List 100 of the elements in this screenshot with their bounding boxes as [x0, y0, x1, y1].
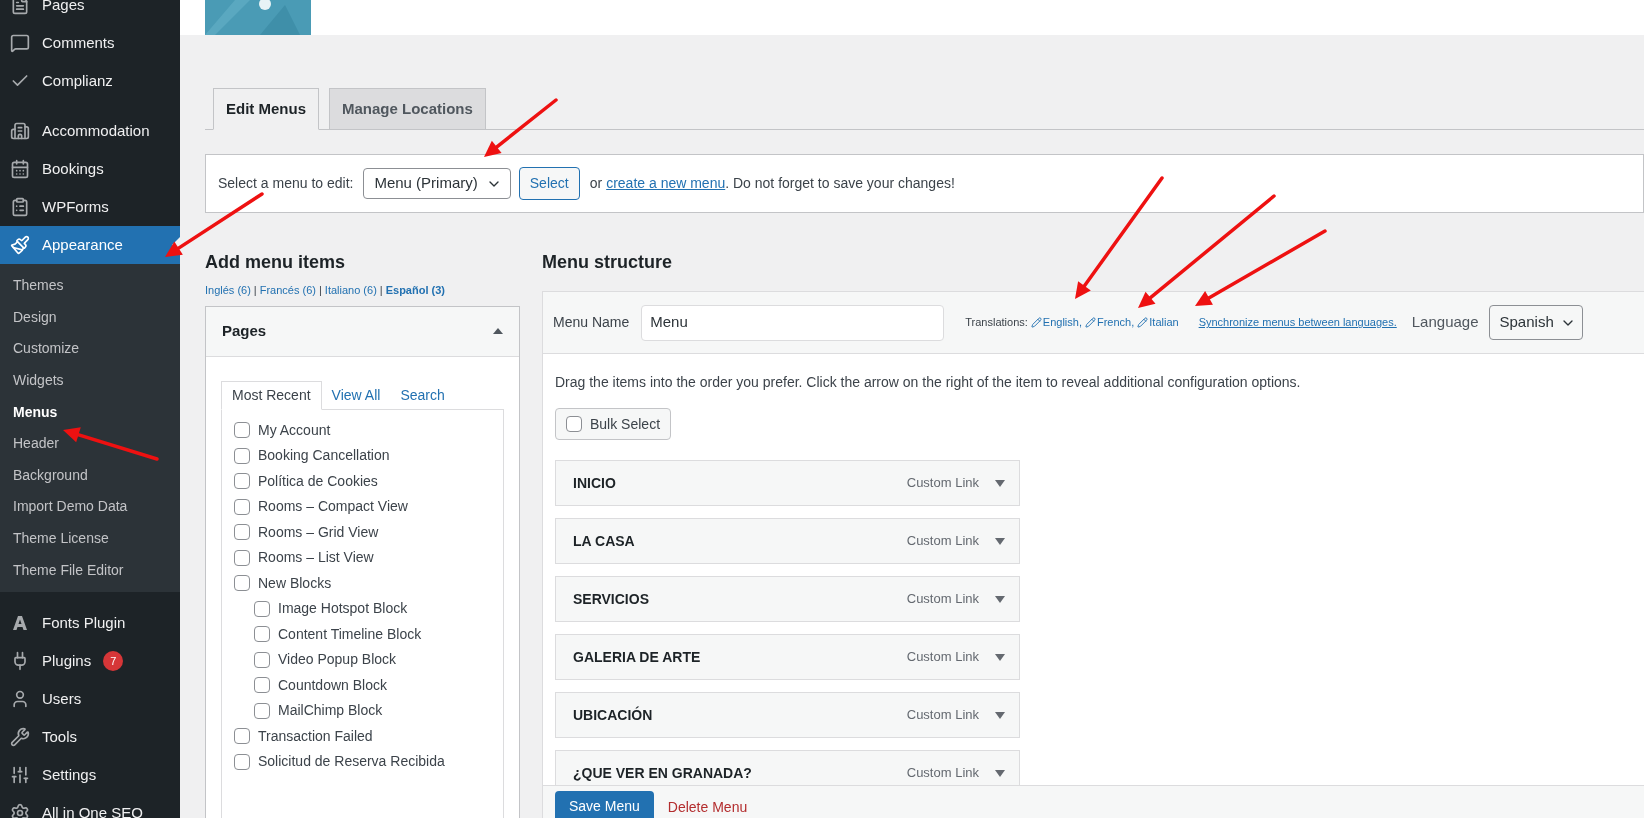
page-label: Rooms – List View — [258, 548, 374, 568]
pencil-icon — [1084, 317, 1096, 328]
submenu-item[interactable]: Menus — [0, 396, 180, 428]
expand-arrow-icon[interactable] — [995, 479, 1005, 487]
checkbox[interactable] — [254, 677, 270, 694]
checkbox[interactable] — [234, 422, 250, 439]
select-button[interactable]: Select — [518, 167, 580, 200]
checkbox[interactable] — [234, 753, 250, 770]
language-link[interactable]: Francés (6) — [259, 282, 316, 299]
checkbox[interactable] — [254, 626, 270, 643]
menu-item-title: LA CASA — [573, 531, 635, 551]
page-label: Countdown Block — [278, 675, 387, 695]
item-type-label: Custom Link — [906, 590, 979, 609]
checkbox[interactable] — [234, 549, 250, 566]
menu-item-bar[interactable]: LA CASA Custom Link — [555, 518, 1020, 564]
or-text: or — [589, 174, 603, 193]
sidebar-item[interactable]: Fonts Plugin — [0, 603, 180, 642]
checkbox[interactable] — [234, 524, 250, 541]
translation-link[interactable]: Italian — [1137, 314, 1179, 331]
page-label: Rooms – Grid View — [258, 522, 379, 542]
menu-item-bar[interactable]: SERVICIOS Custom Link — [555, 576, 1020, 622]
checkbox[interactable] — [254, 702, 270, 719]
menu-item-bar[interactable]: INICIO Custom Link — [555, 460, 1020, 506]
panel-tab[interactable]: View All — [321, 380, 391, 410]
submenu-item[interactable]: Theme File Editor — [0, 554, 180, 586]
save-reminder-text: . Do not forget to save your changes! — [725, 175, 955, 191]
page-label: Rooms – Compact View — [258, 497, 408, 517]
checkbox[interactable] — [234, 473, 250, 490]
sidebar-item[interactable]: All in One SEO — [0, 793, 180, 818]
translation-link[interactable]: French, — [1084, 314, 1135, 331]
page-label: Image Hotspot Block — [278, 599, 408, 619]
submenu-item[interactable]: Header — [0, 427, 180, 460]
separator-text: | — [379, 283, 383, 298]
save-menu-button[interactable]: Save Menu — [555, 791, 654, 818]
sync-link[interactable]: Synchronize menus between languages. — [1198, 314, 1397, 331]
submenu-item[interactable]: Import Demo Data — [0, 491, 180, 523]
expand-arrow-icon[interactable] — [995, 595, 1005, 603]
submenu-item[interactable]: Design — [0, 301, 180, 334]
delete-menu-link[interactable]: Delete Menu — [667, 791, 748, 818]
panel-tab[interactable]: Most Recent — [221, 380, 322, 410]
language-link[interactable]: Inglés (6) — [205, 282, 251, 299]
submenu-item[interactable]: Theme License — [0, 522, 180, 555]
pencil-icon — [1030, 317, 1042, 328]
page-label: Content Timeline Block — [278, 624, 422, 644]
nav-tab[interactable]: Edit Menus — [213, 88, 319, 130]
language-dropdown[interactable]: Spanish — [1488, 305, 1583, 340]
building-icon — [10, 121, 30, 141]
section-heading: Menu structure — [542, 251, 674, 274]
sidebar-item[interactable]: Appearance — [0, 226, 180, 264]
panel-header[interactable]: Pages — [206, 306, 519, 357]
submenu-item[interactable]: Themes — [0, 270, 180, 302]
expand-arrow-icon[interactable] — [995, 769, 1005, 777]
sidebar-item[interactable]: Settings — [0, 755, 180, 794]
menu-name-field[interactable]: Menu — [641, 304, 945, 341]
separator-text: | — [318, 283, 322, 298]
translation-link[interactable]: English, — [1030, 314, 1082, 331]
page-label: New Blocks — [258, 573, 332, 593]
gear-icon — [10, 802, 30, 818]
sidebar-item[interactable]: Bookings — [0, 150, 180, 188]
form-icon — [10, 197, 30, 217]
checkbox[interactable] — [234, 447, 250, 464]
menu-item-bar[interactable]: UBICACIÓN Custom Link — [555, 692, 1020, 738]
calendar-icon — [10, 159, 30, 179]
checkbox[interactable] — [566, 416, 582, 432]
sidebar-item[interactable]: Complianz — [0, 62, 180, 100]
select-menu-label: Select a menu to edit: — [218, 174, 354, 193]
menu-dropdown[interactable]: Menu (Primary) — [363, 168, 511, 199]
checkbox[interactable] — [254, 600, 270, 617]
expand-arrow-icon[interactable] — [995, 711, 1005, 719]
submenu-item[interactable]: Background — [0, 459, 180, 492]
submenu-item[interactable]: Widgets — [0, 364, 180, 397]
page-icon — [10, 0, 30, 15]
expand-arrow-icon[interactable] — [995, 653, 1005, 661]
sidebar-item[interactable]: Users — [0, 679, 180, 718]
checkbox[interactable] — [254, 651, 270, 668]
nav-tab[interactable]: Manage Locations — [329, 88, 486, 130]
sidebar-item[interactable]: Plugins 7 — [0, 641, 180, 680]
panel-tab[interactable]: Search — [390, 380, 455, 410]
item-type-label: Custom Link — [906, 648, 979, 667]
sidebar-item[interactable]: Accommodation — [0, 112, 180, 150]
expand-arrow-icon[interactable] — [995, 537, 1005, 545]
page-label: Solicitud de Reserva Recibida — [258, 752, 445, 772]
sliders-icon — [10, 764, 30, 785]
menu-item-bar[interactable]: ¿QUE VER EN GRANADA? Custom Link — [555, 750, 1020, 785]
page-label: Transaction Failed — [258, 726, 373, 746]
sidebar-item[interactable]: Tools — [0, 717, 180, 756]
sidebar-item[interactable]: Pages — [0, 0, 180, 24]
item-type-label: Custom Link — [906, 532, 979, 551]
submenu-item[interactable]: Customize — [0, 333, 180, 365]
checkbox[interactable] — [234, 575, 250, 592]
checkbox[interactable] — [234, 498, 250, 515]
bulk-select-button[interactable]: Bulk Select — [555, 408, 672, 440]
brush-icon — [10, 235, 30, 255]
menu-item-bar[interactable]: GALERIA DE ARTE Custom Link — [555, 634, 1020, 680]
page-label: MailChimp Block — [278, 701, 383, 721]
language-link[interactable]: Italiano (6) — [324, 282, 377, 299]
sidebar-item[interactable]: WPForms — [0, 188, 180, 226]
language-link[interactable]: Español (3) — [385, 282, 445, 299]
sidebar-item[interactable]: Comments — [0, 24, 180, 62]
checkbox[interactable] — [234, 728, 250, 745]
